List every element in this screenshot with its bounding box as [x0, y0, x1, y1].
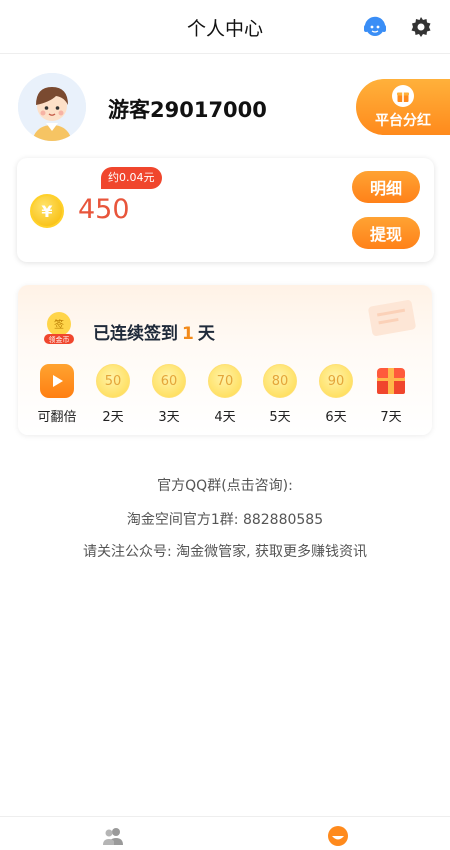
- streak-days: 1: [182, 324, 194, 344]
- coin-icon: 80: [263, 364, 297, 398]
- users-icon[interactable]: [101, 825, 125, 847]
- avatar[interactable]: [18, 73, 86, 141]
- coin-balance: 450: [78, 194, 130, 225]
- gear-icon[interactable]: [407, 13, 435, 41]
- streak-suffix: 天: [197, 324, 215, 344]
- coin-icon: 60: [152, 364, 186, 398]
- treasure-chest-icon: [374, 364, 408, 398]
- qq-group-title[interactable]: 官方QQ群(点击咨询):: [0, 475, 450, 495]
- calendar-decoration-icon: [368, 300, 416, 336]
- customer-service-icon[interactable]: [361, 13, 389, 41]
- profile-face-icon[interactable]: [326, 825, 350, 847]
- checkin-badge-bottom: 领金币: [48, 336, 70, 344]
- checkin-badge-icon: 签 领金币: [41, 310, 77, 346]
- streak-prefix: 已连续签到: [93, 324, 178, 344]
- gift-icon: [392, 84, 414, 107]
- day-2: 50 2天: [89, 364, 137, 425]
- wallet-card: 约0.04元 ¥ 450 明细 提现: [17, 158, 434, 262]
- day-label: 5天: [269, 410, 291, 425]
- withdraw-button[interactable]: 提现: [352, 217, 420, 249]
- day-label: 可翻倍: [37, 410, 77, 425]
- day-label: 6天: [325, 410, 347, 425]
- qq-group-number[interactable]: 淘金空间官方1群: 882880585: [0, 509, 450, 529]
- yuan-coin-icon: ¥: [30, 194, 64, 228]
- day-double-reward[interactable]: 可翻倍: [33, 364, 81, 425]
- checkin-badge-top: 签: [54, 320, 64, 331]
- coin-icon: 50: [96, 364, 130, 398]
- day-label: 7天: [380, 410, 402, 425]
- day-4: 70 4天: [201, 364, 249, 425]
- dividend-label: 平台分红: [375, 112, 431, 129]
- username: 游客29017000: [108, 98, 267, 122]
- wechat-account-info: 请关注公众号: 淘金微管家, 获取更多赚钱资讯: [82, 544, 368, 560]
- day-label: 3天: [158, 410, 180, 425]
- day-label: 4天: [214, 410, 236, 425]
- coin-icon: 90: [319, 364, 353, 398]
- day-5: 80 5天: [256, 364, 304, 425]
- approx-value-badge: 约0.04元: [101, 167, 162, 189]
- detail-button[interactable]: 明细: [352, 171, 420, 203]
- day-6: 90 6天: [312, 364, 360, 425]
- day-label: 2天: [102, 410, 124, 425]
- header: 个人中心: [0, 0, 450, 54]
- checkin-streak: 已连续签到 1 天: [93, 319, 215, 344]
- coin-icon: 70: [208, 364, 242, 398]
- platform-dividend-button[interactable]: 平台分红: [356, 79, 450, 135]
- day-7: 7天: [367, 364, 415, 425]
- play-video-icon: [40, 364, 74, 398]
- day-3: 60 3天: [145, 364, 193, 425]
- checkin-card: 签 领金币 已连续签到 1 天 可翻倍 50 2天 60 3天 70 4天 80 5…: [18, 285, 432, 435]
- bottom-tab-bar: [0, 816, 450, 850]
